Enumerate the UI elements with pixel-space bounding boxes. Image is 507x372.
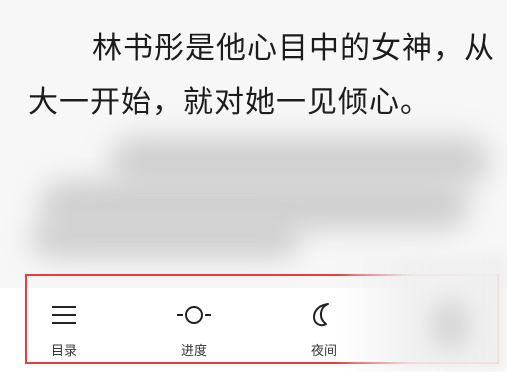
blurred-text-area [20, 125, 505, 275]
reader-page: 林书彤是他心目中的女神，从 大一开始，就对她一见倾心。 目录 进度 夜间 [0, 0, 507, 372]
text-line: 大一开始，就对她一见倾心。 [28, 85, 431, 120]
blurred-toolbar-item [430, 300, 470, 350]
reading-content: 林书彤是他心目中的女神，从 大一开始，就对她一见倾心。 [28, 22, 498, 130]
text-line: 林书彤是他心目中的女神，从 [92, 31, 495, 66]
blurred-corner-overlay [345, 255, 507, 372]
